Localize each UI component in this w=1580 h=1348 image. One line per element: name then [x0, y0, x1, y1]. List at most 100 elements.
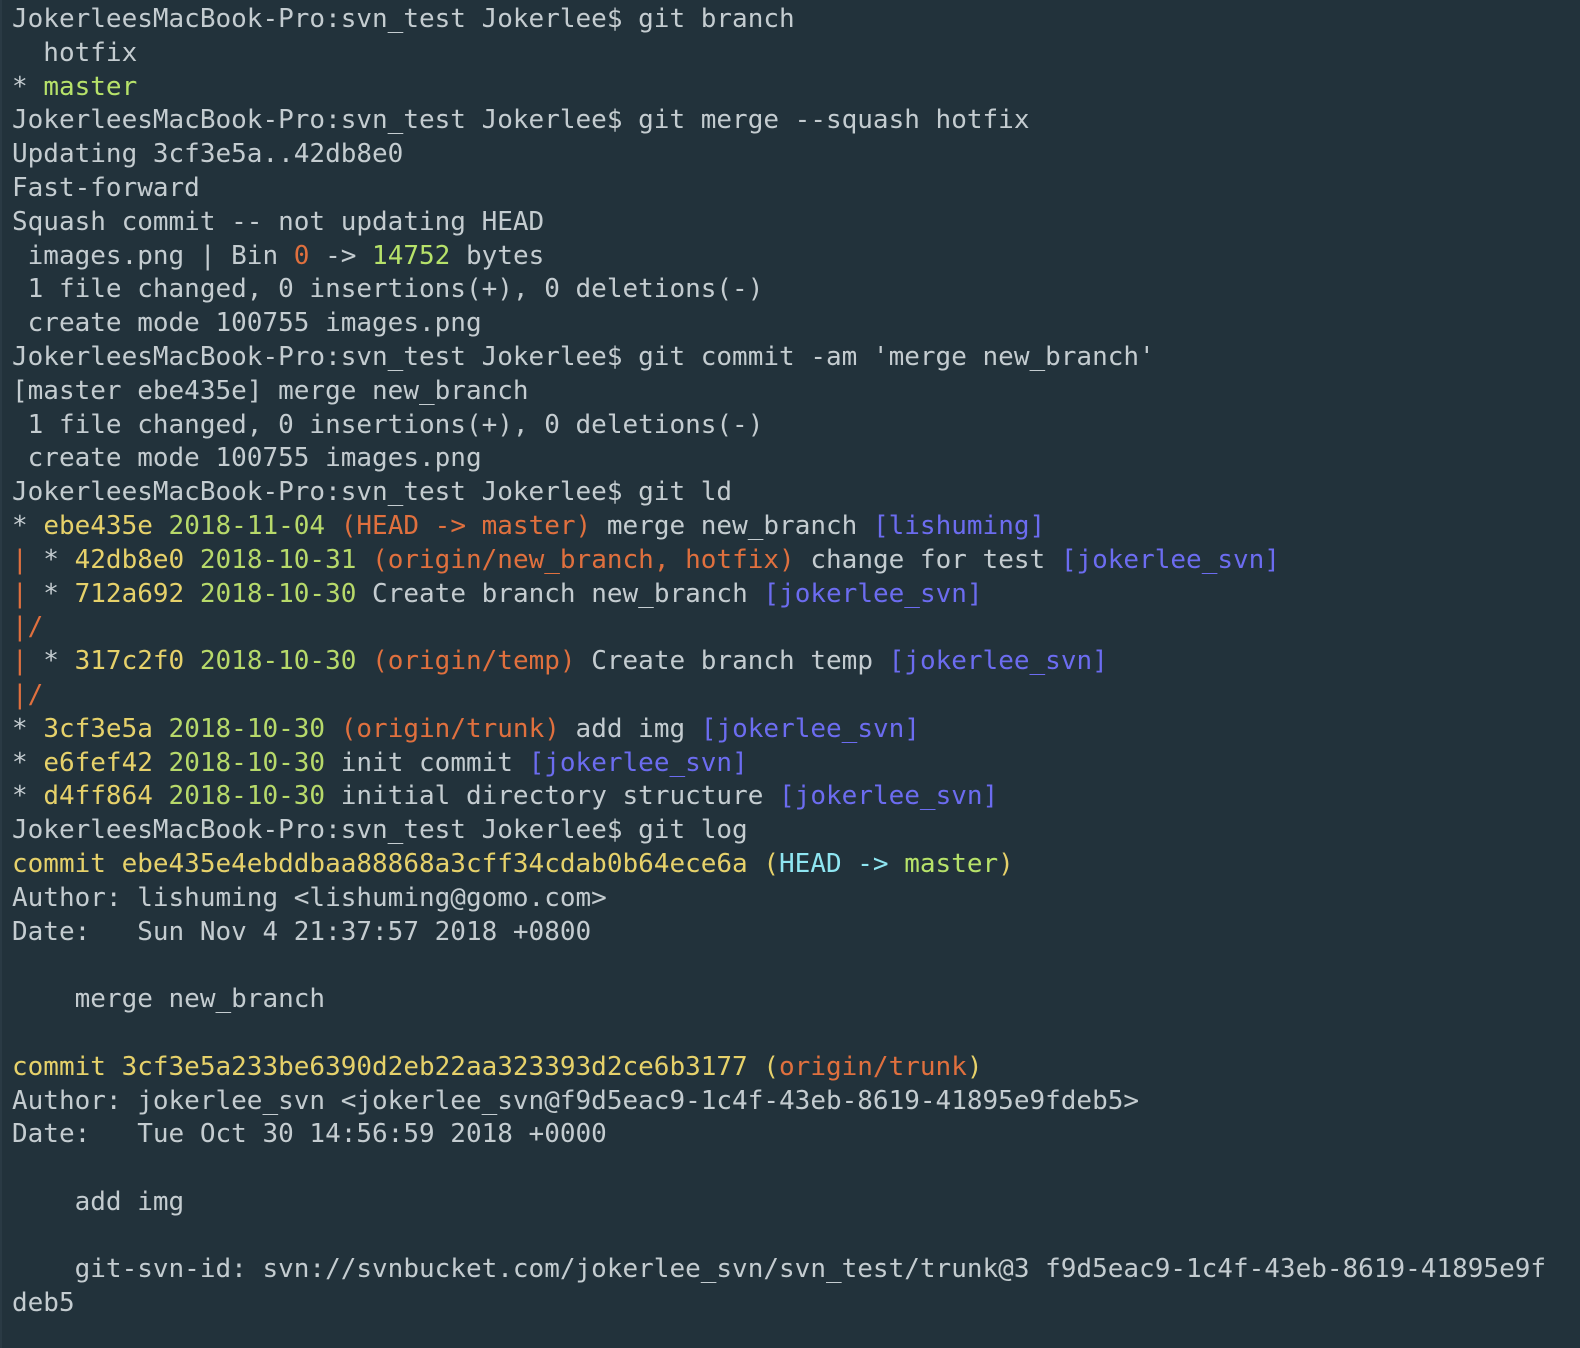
terminal-text: change for test	[794, 544, 1061, 575]
terminal-text: add img	[559, 713, 701, 744]
terminal-text: 3cf3e5a	[43, 713, 153, 744]
terminal-line: deb5	[12, 1287, 1580, 1321]
terminal-text: (origin/new_branch, hotfix)	[372, 544, 795, 575]
terminal-line: commit 3cf3e5a233be6390d2eb22aa323393d2c…	[12, 1051, 1580, 1085]
terminal-line: |/	[12, 611, 1580, 645]
terminal-text: )	[966, 1051, 983, 1082]
terminal-text: *	[12, 510, 44, 541]
terminal-line: | * 712a692 2018-10-30 Create branch new…	[12, 578, 1580, 612]
terminal-text: (origin/temp)	[372, 646, 576, 677]
terminal-text: Create branch new_branch	[356, 578, 764, 609]
terminal-line: | * 317c2f0 2018-10-30 (origin/temp) Cre…	[12, 645, 1580, 679]
terminal-text: (	[763, 848, 780, 879]
terminal-line: JokerleesMacBook-Pro:svn_test Jokerlee$ …	[12, 104, 1580, 138]
terminal-text: ->	[309, 240, 373, 271]
terminal-line: add img	[12, 1186, 1580, 1220]
terminal-line: 1 file changed, 0 insertions(+), 0 delet…	[12, 409, 1580, 443]
terminal-text: |	[12, 646, 28, 677]
terminal-text: )	[998, 848, 1014, 879]
terminal-text: deb5	[12, 1288, 75, 1319]
terminal-text: 2018-10-31	[199, 544, 357, 575]
terminal-line: * e6fef42 2018-10-30 init commit [jokerl…	[12, 747, 1580, 781]
terminal-line: images.png | Bin 0 -> 14752 bytes	[12, 240, 1580, 274]
terminal-text: Date: Sun Nov 4 21:37:57 2018 +0800	[12, 916, 592, 947]
terminal-text: init commit	[325, 747, 529, 778]
terminal-text: HEAD ->	[779, 848, 905, 879]
terminal-text: 2018-10-30	[199, 578, 357, 609]
terminal-text: 712a692	[74, 578, 185, 609]
terminal-text: bytes	[450, 240, 545, 271]
terminal-text: 14752	[372, 240, 451, 271]
terminal-text: *	[27, 544, 75, 575]
terminal-text: 2018-10-30	[168, 747, 326, 778]
terminal-text: create mode 100755 images.png	[12, 308, 482, 339]
terminal-text: JokerleesMacBook-Pro:svn_test Jokerlee$ …	[12, 105, 1030, 136]
terminal-text: e6fef42	[43, 747, 153, 778]
terminal-text: master	[43, 71, 138, 102]
terminal-text: *	[12, 747, 44, 778]
terminal-text: |/	[12, 612, 44, 643]
terminal-text: 2018-10-30	[168, 781, 326, 812]
terminal-text: (origin/trunk)	[340, 713, 560, 744]
terminal-text: |	[12, 544, 28, 575]
terminal-text: origin/trunk	[779, 1051, 967, 1082]
terminal-text: JokerleesMacBook-Pro:svn_test Jokerlee$ …	[12, 477, 733, 508]
terminal-line: JokerleesMacBook-Pro:svn_test Jokerlee$ …	[12, 3, 1580, 37]
terminal-text: *	[12, 713, 44, 744]
terminal-text: hotfix	[12, 37, 138, 68]
terminal-text: |	[12, 578, 28, 609]
terminal-text: d4ff864	[43, 781, 153, 812]
terminal-text: Fast-forward	[12, 172, 200, 203]
terminal-line: Updating 3cf3e5a..42db8e0	[12, 138, 1580, 172]
terminal-window[interactable]: JokerleesMacBook-Pro:svn_test Jokerlee$ …	[0, 0, 1580, 1348]
terminal-text: JokerleesMacBook-Pro:svn_test Jokerlee$ …	[12, 815, 748, 846]
terminal-line: * d4ff864 2018-10-30 initial directory s…	[12, 780, 1580, 814]
terminal-line: hotfix	[12, 37, 1580, 71]
terminal-text: images.png | Bin	[12, 240, 294, 271]
terminal-text: [lishuming]	[872, 510, 1046, 541]
terminal-text: [master ebe435e] merge new_branch	[12, 375, 529, 406]
terminal-line: Date: Sun Nov 4 21:37:57 2018 +0800	[12, 916, 1580, 950]
terminal-text: *	[12, 781, 44, 812]
terminal-line: git-svn-id: svn://svnbucket.com/jokerlee…	[12, 1253, 1580, 1287]
terminal-text: Create branch temp	[575, 646, 889, 677]
terminal-text: [jokerlee_svn]	[779, 781, 999, 812]
terminal-text: 0	[293, 240, 310, 271]
terminal-line: JokerleesMacBook-Pro:svn_test Jokerlee$ …	[12, 341, 1580, 375]
terminal-text: *	[27, 646, 75, 677]
terminal-text: |/	[12, 679, 44, 710]
terminal-line: commit ebe435e4ebddbaa88868a3cff34cdab0b…	[12, 848, 1580, 882]
terminal-text: [jokerlee_svn]	[763, 578, 983, 609]
terminal-line: Author: jokerlee_svn <jokerlee_svn@f9d5e…	[12, 1085, 1580, 1119]
terminal-text: (HEAD -> master)	[340, 510, 592, 541]
terminal-text: 2018-11-04	[168, 510, 326, 541]
terminal-line: create mode 100755 images.png	[12, 307, 1580, 341]
terminal-line: Squash commit -- not updating HEAD	[12, 206, 1580, 240]
terminal-line: |/	[12, 679, 1580, 713]
terminal-text: [jokerlee_svn]	[1060, 544, 1280, 575]
terminal-line: * ebe435e 2018-11-04 (HEAD -> master) me…	[12, 510, 1580, 544]
terminal-line: Author: lishuming <lishuming@gomo.com>	[12, 882, 1580, 916]
terminal-text: Author: lishuming <lishuming@gomo.com>	[12, 882, 607, 913]
terminal-line: JokerleesMacBook-Pro:svn_test Jokerlee$ …	[12, 476, 1580, 510]
terminal-line: JokerleesMacBook-Pro:svn_test Jokerlee$ …	[12, 814, 1580, 848]
terminal-text: [jokerlee_svn]	[888, 646, 1108, 677]
terminal-text: ebe435e	[43, 510, 153, 541]
terminal-text: (	[763, 1051, 780, 1082]
terminal-line: Fast-forward	[12, 172, 1580, 206]
terminal-text: create mode 100755 images.png	[12, 443, 482, 474]
terminal-line: * master	[12, 71, 1580, 105]
terminal-text: Squash commit -- not updating HEAD	[12, 206, 545, 237]
